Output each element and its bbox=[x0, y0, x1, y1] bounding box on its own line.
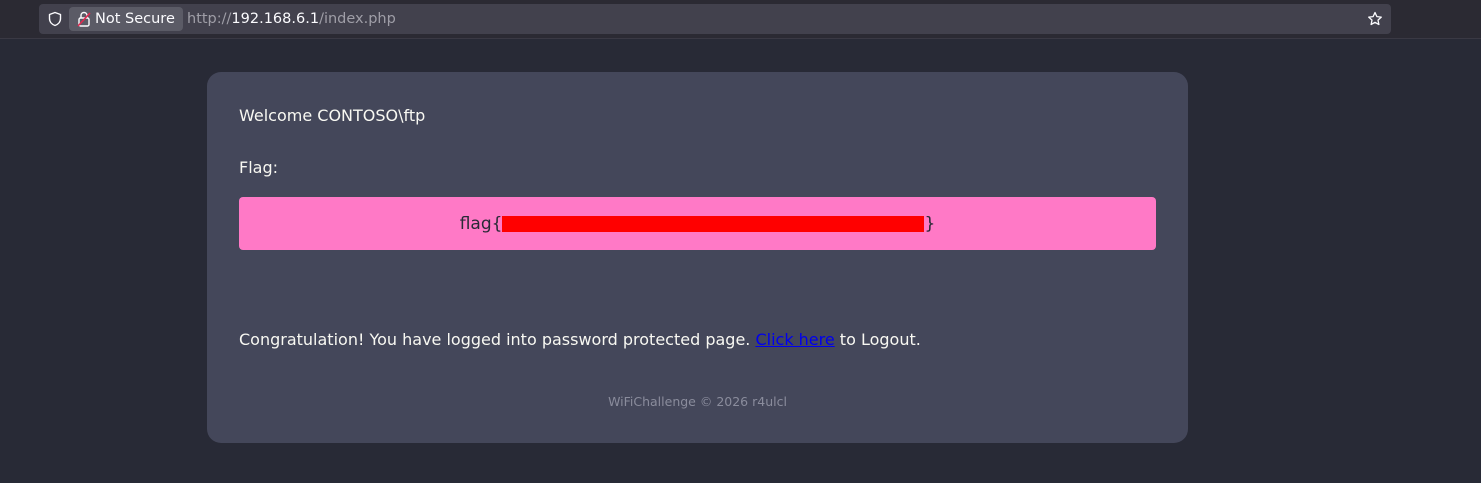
url-scheme: http:// bbox=[187, 11, 232, 27]
congrats-text-end: to Logout. bbox=[834, 330, 921, 349]
content-card: Welcome CONTOSO\ftp Flag: flag{} Congrat… bbox=[207, 72, 1188, 443]
bookmark-star-icon[interactable] bbox=[1367, 11, 1383, 27]
address-bar[interactable]: Not Secure http://192.168.6.1/index.php bbox=[39, 4, 1391, 34]
not-secure-label: Not Secure bbox=[95, 11, 175, 27]
flag-prefix: flag{ bbox=[459, 213, 503, 234]
url-text[interactable]: http://192.168.6.1/index.php bbox=[187, 4, 396, 34]
not-secure-indicator[interactable]: Not Secure bbox=[69, 7, 183, 31]
url-host: 192.168.6.1 bbox=[231, 11, 320, 27]
insecure-lock-icon bbox=[77, 11, 91, 27]
congrats-message: Congratulation! You have logged into pas… bbox=[239, 330, 921, 349]
redaction-bar bbox=[502, 215, 925, 232]
shield-icon[interactable] bbox=[47, 11, 63, 27]
congrats-text: Congratulation! You have logged into pas… bbox=[239, 330, 756, 349]
footer-text: WiFiChallenge © 2026 r4ulcl bbox=[608, 394, 787, 409]
browser-toolbar: Not Secure http://192.168.6.1/index.php bbox=[0, 0, 1481, 39]
flag-suffix: } bbox=[924, 213, 936, 234]
logout-link[interactable]: Click here bbox=[755, 330, 834, 349]
welcome-text: Welcome CONTOSO\ftp bbox=[239, 106, 426, 125]
flag-box: flag{} bbox=[239, 197, 1156, 250]
flag-label: Flag: bbox=[239, 158, 278, 177]
url-path: /index.php bbox=[319, 11, 396, 27]
